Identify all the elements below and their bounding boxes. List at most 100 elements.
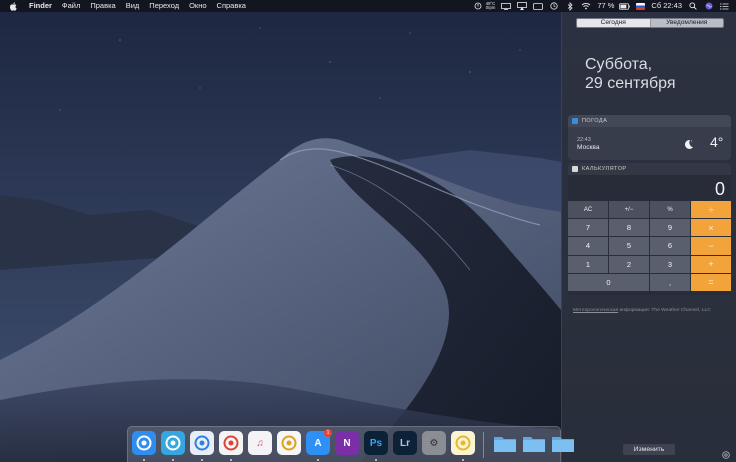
attribution-text: информация: The Weather Channel, LLC [618,308,711,313]
running-indicator [201,459,203,461]
airplay-icon[interactable] [516,2,527,10]
calculator-widget-title: КАЛЬКУЛЯТОР [582,166,627,172]
calculator-key-3[interactable]: ÷ [691,201,731,219]
menu-clock[interactable]: Сб 22:43 [651,0,682,12]
weather-widget-header: ПОГОДА [568,115,731,127]
battery-icon[interactable] [619,2,631,10]
calculator-key-9[interactable]: 5 [609,237,649,255]
music-icon[interactable]: ♫ [248,431,272,455]
menu-bar: Finder Файл Правка Вид Переход Окно Спра… [0,0,736,12]
chrome-icon[interactable] [219,431,243,455]
weather-widget[interactable]: ПОГОДА 22:43 Москва 4° [568,115,731,160]
downloads-folder-icon[interactable] [493,431,517,455]
edit-button[interactable]: Изменить [623,444,675,455]
menu-edit[interactable]: Правка [90,0,115,12]
fan-speed-value: 0rpm [485,5,496,10]
apple-icon[interactable] [9,1,19,11]
calculator-key-5[interactable]: 8 [609,219,649,237]
system-preferences-label: ⚙ [429,437,439,449]
running-indicator [317,459,319,461]
running-indicator [462,459,464,461]
notification-center: Сегодня Уведомления Суббота, 29 сентября… [561,12,736,462]
menu-view[interactable]: Вид [126,0,140,12]
calculator-key-0[interactable]: AC [568,201,608,219]
running-indicator [143,459,145,461]
flag-icon[interactable] [636,2,646,10]
menu-help[interactable]: Справка [217,0,246,12]
lightroom-label: Lr [400,437,410,449]
calculator-key-15[interactable]: + [691,255,731,273]
calculator-app-icon [572,166,578,172]
weather-widget-title: ПОГОДА [582,118,608,124]
temperature-icon[interactable] [473,2,484,10]
folder-icon-2[interactable] [551,431,575,455]
calculator-key-13[interactable]: 2 [609,255,649,273]
menu-go[interactable]: Переход [149,0,179,12]
calculator-key-7[interactable]: × [691,219,731,237]
today-date: Суббота, 29 сентября [585,55,676,93]
calculator-key-16[interactable]: 0 [568,273,649,291]
music-label: ♫ [256,437,264,449]
onenote-icon[interactable]: N [335,431,359,455]
cast-icon[interactable] [500,2,511,10]
notification-center-tabs: Сегодня Уведомления [576,18,724,28]
tab-notifications[interactable]: Уведомления [649,19,723,27]
weather-temperature: 4° [710,134,724,150]
notes-icon[interactable] [451,431,475,455]
calculator-key-1[interactable]: +/− [609,201,649,219]
time-machine-icon[interactable] [548,2,559,10]
dock: ♫ A 1 N Ps Lr ⚙ [127,426,574,462]
calculator-key-18[interactable]: = [691,273,731,291]
finder-icon[interactable] [132,431,156,455]
battery-percentage[interactable]: 77 % [597,0,614,12]
search-icon[interactable] [687,2,698,10]
calculator-key-11[interactable]: − [691,237,731,255]
dock-separator [483,432,484,458]
app-store-label: A [314,437,322,449]
bluetooth-icon[interactable] [564,1,575,11]
photoshop-label: Ps [369,437,383,449]
photoshop-icon[interactable]: Ps [364,431,388,455]
system-preferences-icon[interactable]: ⚙ [422,431,446,455]
date-weekday: Суббота, [585,56,653,73]
weather-attribution: Метеорологическая информация: The Weathe… [573,308,728,314]
tab-today[interactable]: Сегодня [577,19,650,27]
wifi-icon[interactable] [580,2,591,10]
telegram-icon[interactable] [161,431,185,455]
weather-app-icon [572,118,578,124]
calculator-key-8[interactable]: 4 [568,237,608,255]
moon-icon [682,137,694,149]
menu-app-finder[interactable]: Finder [29,0,52,12]
notification-badge: 1 [324,429,332,437]
weather-city: Москва [577,144,600,151]
running-indicator [375,459,377,461]
siri-icon[interactable] [703,2,714,10]
calculator-keypad: AC +/−% ÷ 7 8 9 × 4 5 6− 1 2 3 +0, = [568,201,731,291]
calculator-key-14[interactable]: 3 [650,255,690,273]
settings-gear-icon[interactable] [722,446,730,459]
menu-file[interactable]: Файл [62,0,80,12]
running-indicator [230,459,232,461]
display-icon[interactable] [532,2,543,10]
calculator-key-4[interactable]: 7 [568,219,608,237]
calculator-key-6[interactable]: 9 [650,219,690,237]
photos-icon[interactable] [277,431,301,455]
attribution-link[interactable]: Метеорологическая [573,308,618,313]
lightroom-icon[interactable]: Lr [393,431,417,455]
safari-icon[interactable] [190,431,214,455]
weather-time: 22:43 [577,137,591,143]
running-indicator [172,459,174,461]
list-icon[interactable] [719,2,730,10]
calculator-display: 0 [714,179,725,199]
calculator-widget-header: КАЛЬКУЛЯТОР [568,163,731,175]
menu-window[interactable]: Окно [189,0,206,12]
folder-icon[interactable] [522,431,546,455]
calculator-key-17[interactable]: , [650,273,690,291]
calculator-key-10[interactable]: 6 [650,237,690,255]
temperature-readout[interactable]: 48°C 0rpm [485,1,496,11]
date-day: 29 сентября [585,75,676,92]
calculator-key-12[interactable]: 1 [568,255,608,273]
calculator-widget: КАЛЬКУЛЯТОР 0 AC +/−% ÷ 7 8 9 × 4 5 6− 1 2 3 +0, = [568,163,731,295]
onenote-label: N [343,437,351,449]
calculator-key-2[interactable]: % [650,201,690,219]
